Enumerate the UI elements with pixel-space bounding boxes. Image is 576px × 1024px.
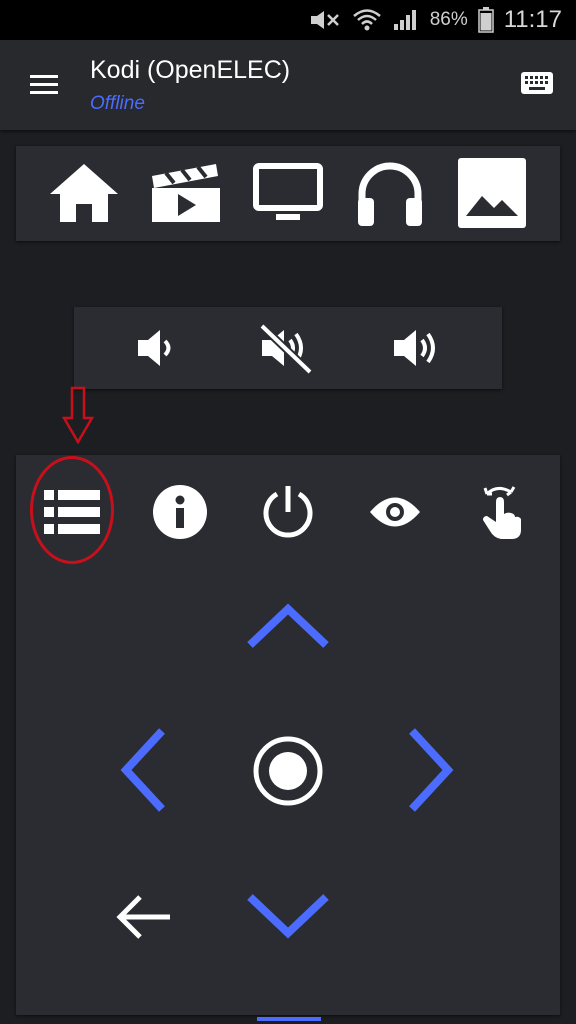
host-title: Kodi (OpenELEC) <box>90 56 291 84</box>
mute-icon <box>310 11 339 29</box>
right-icon[interactable] <box>406 727 456 813</box>
gesture-icon[interactable] <box>470 479 534 543</box>
back-icon[interactable] <box>112 891 176 943</box>
page-indicator <box>257 1017 321 1021</box>
info-icon[interactable] <box>148 483 212 541</box>
home-icon[interactable] <box>46 158 122 228</box>
power-icon[interactable] <box>256 483 320 541</box>
keyboard-icon[interactable] <box>520 70 554 96</box>
volume-up-icon[interactable] <box>388 321 448 375</box>
wifi-icon <box>352 9 381 31</box>
volume-down-icon[interactable] <box>126 321 186 375</box>
battery-percent: 86% <box>429 9 468 30</box>
up-icon[interactable] <box>246 603 330 651</box>
music-icon[interactable] <box>352 158 428 228</box>
menu-icon[interactable] <box>26 73 62 97</box>
signal-icon <box>393 10 416 30</box>
select-icon[interactable] <box>252 735 324 807</box>
connection-status: Offline <box>90 93 145 114</box>
status-bar: 86% 11:17 <box>0 0 576 40</box>
left-icon[interactable] <box>118 727 168 813</box>
clock: 11:17 <box>503 6 562 33</box>
volume-panel <box>74 307 502 389</box>
app-bar: Kodi (OpenELEC) Offline <box>0 40 576 130</box>
osd-icon[interactable] <box>362 483 428 541</box>
pictures-icon[interactable] <box>454 158 530 228</box>
movies-icon[interactable] <box>148 158 224 228</box>
media-sections-panel <box>16 146 560 241</box>
annotation-circle <box>30 456 114 564</box>
mute-icon[interactable] <box>256 321 316 375</box>
tv-icon[interactable] <box>250 158 326 228</box>
battery-icon <box>477 7 494 33</box>
annotation-arrow-icon <box>62 386 94 444</box>
down-icon[interactable] <box>246 891 330 939</box>
